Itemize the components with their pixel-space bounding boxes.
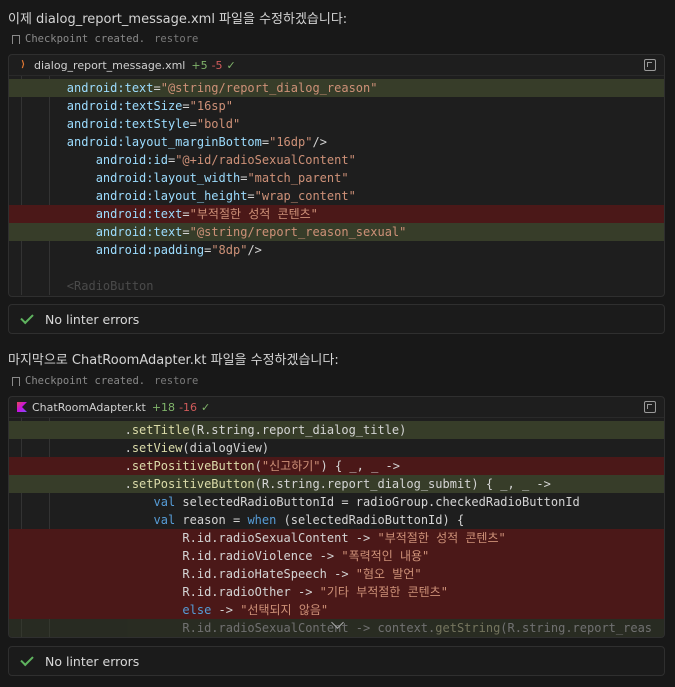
code-line: android:layout_marginBottom="16dp"/> xyxy=(66,135,327,149)
code-line: android:text="부적절한 성적 콘텐츠" xyxy=(9,205,664,223)
applied-check-icon: ✓ xyxy=(226,58,236,72)
code-line: .setPositiveButton(R.string.report_dialo… xyxy=(9,475,664,493)
checkpoint-row-2: Checkpoint created. restore xyxy=(12,375,198,387)
diff-lines: android:text="@string/report_dialog_reas… xyxy=(9,79,664,295)
assistant-message-1: 이제 dialog_report_message.xml 파일을 수정하겠습니다… xyxy=(8,12,348,27)
kotlin-file-icon xyxy=(17,402,27,412)
code-line: R.id.radioHateSpeech -> "혐오 발언" xyxy=(9,565,664,583)
lines-removed: -5 xyxy=(211,58,223,72)
checkpoint-text: Checkpoint created. xyxy=(25,375,146,387)
linter-text: No linter errors xyxy=(45,653,140,669)
linter-status: No linter errors xyxy=(8,646,665,676)
copy-icon[interactable] xyxy=(644,59,656,71)
code-line: android:padding="8dp"/> xyxy=(95,243,262,257)
check-icon xyxy=(20,652,34,666)
checkpoint-text: Checkpoint created. xyxy=(25,33,146,45)
code-card-header: ChatRoomAdapter.kt +18 -16 ✓ xyxy=(9,397,664,418)
code-line: android:layout_width="match_parent" xyxy=(95,171,349,185)
code-line: android:textStyle="bold" xyxy=(66,117,241,131)
assistant-message-2: 마지막으로 ChatRoomAdapter.kt 파일을 수정하겠습니다: xyxy=(8,353,339,368)
code-line: android:text="@string/report_dialog_reas… xyxy=(9,79,664,97)
code-line: <RadioButton xyxy=(66,279,154,293)
check-icon xyxy=(20,310,34,324)
diff-lines: .setTitle(R.string.report_dialog_title) … xyxy=(9,421,664,637)
applied-check-icon: ✓ xyxy=(201,400,211,414)
bookmark-icon xyxy=(12,376,20,387)
code-line: .setView(dialogView) xyxy=(9,441,270,455)
file-name[interactable]: dialog_report_message.xml xyxy=(34,59,185,72)
chevron-down-icon[interactable] xyxy=(331,296,344,297)
file-name[interactable]: ChatRoomAdapter.kt xyxy=(32,401,146,414)
code-card-xml: ⟩ dialog_report_message.xml +5 -5 ✓ andr… xyxy=(8,54,665,297)
lines-added: +18 xyxy=(151,400,176,414)
code-diff-xml: android:text="@string/report_dialog_reas… xyxy=(9,76,664,295)
code-line: .setTitle(R.string.report_dialog_title) xyxy=(9,421,664,439)
code-line: R.id.radioViolence -> "폭력적인 내용" xyxy=(9,547,664,565)
bookmark-icon xyxy=(12,34,20,45)
code-line: android:id="@+id/radioSexualContent" xyxy=(95,153,356,167)
code-line: R.id.radioSexualContent -> "부적절한 성적 콘텐츠" xyxy=(9,529,664,547)
code-diff-kotlin: .setTitle(R.string.report_dialog_title) … xyxy=(9,418,664,637)
code-line: android:textSize="16sp" xyxy=(66,99,233,113)
code-line: android:layout_height="wrap_content" xyxy=(95,189,356,203)
lines-removed: -16 xyxy=(179,400,198,414)
restore-link[interactable]: restore xyxy=(154,375,198,387)
linter-status: No linter errors xyxy=(8,304,665,334)
code-line: .setPositiveButton("신고하기") { _, _ -> xyxy=(9,457,664,475)
code-line: val selectedRadioButtonId = radioGroup.c… xyxy=(153,495,580,509)
code-line: R.id.radioOther -> "기타 부적절한 콘텐츠" xyxy=(9,583,664,601)
linter-text: No linter errors xyxy=(45,311,140,327)
code-card-header: ⟩ dialog_report_message.xml +5 -5 ✓ xyxy=(9,55,664,76)
code-line: val reason = when (selectedRadioButtonId… xyxy=(153,513,465,527)
xml-file-icon: ⟩ xyxy=(20,60,26,70)
code-card-kotlin: ChatRoomAdapter.kt +18 -16 ✓ .setTitle(R… xyxy=(8,396,665,638)
code-line: android:text="@string/report_reason_sexu… xyxy=(9,223,664,241)
restore-link[interactable]: restore xyxy=(154,33,198,45)
checkpoint-row-1: Checkpoint created. restore xyxy=(12,33,198,45)
lines-added: +5 xyxy=(191,58,208,72)
copy-icon[interactable] xyxy=(644,401,656,413)
